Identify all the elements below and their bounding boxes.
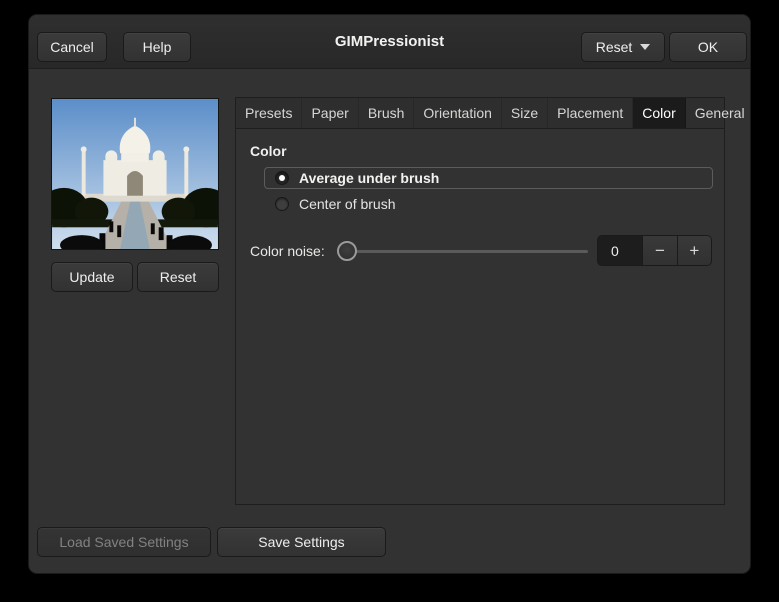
tab-paper[interactable]: Paper: [302, 98, 359, 128]
preview-reset-button[interactable]: Reset: [137, 262, 219, 292]
minus-icon: −: [655, 241, 665, 260]
radio-unselected-icon[interactable]: [275, 197, 289, 211]
gimpressionist-dialog: Cancel Help GIMPressionist Reset OK Upda…: [28, 14, 751, 574]
color-noise-spinbox: 0 − +: [597, 235, 712, 266]
preview-frame: [51, 98, 219, 250]
spin-minus-button[interactable]: −: [642, 236, 677, 265]
color-noise-slider-track[interactable]: [346, 250, 588, 253]
cancel-button[interactable]: Cancel: [37, 32, 107, 62]
radio-average-label: Average under brush: [299, 170, 440, 186]
tab-orientation[interactable]: Orientation: [414, 98, 502, 128]
tab-color[interactable]: Color: [633, 98, 686, 128]
color-section-heading: Color: [250, 143, 287, 159]
headerbar: Cancel Help GIMPressionist Reset OK: [29, 15, 750, 69]
preview-image: [52, 99, 218, 249]
color-noise-value[interactable]: 0: [598, 236, 643, 265]
radio-center-of-brush[interactable]: Center of brush: [264, 193, 713, 215]
help-button[interactable]: Help: [123, 32, 191, 62]
color-noise-slider-handle[interactable]: [337, 241, 357, 261]
radio-average-under-brush[interactable]: Average under brush: [264, 167, 713, 189]
radio-selected-icon[interactable]: [275, 171, 289, 185]
plus-icon: +: [689, 241, 700, 260]
ok-button[interactable]: OK: [669, 32, 747, 62]
update-button[interactable]: Update: [51, 262, 133, 292]
settings-notebook: Presets Paper Brush Orientation Size Pla…: [235, 97, 745, 505]
tab-brush[interactable]: Brush: [359, 98, 415, 128]
save-settings-button[interactable]: Save Settings: [217, 527, 386, 557]
tab-general[interactable]: General: [686, 98, 750, 128]
reset-menu-button[interactable]: Reset: [581, 32, 665, 62]
tab-placement[interactable]: Placement: [548, 98, 634, 128]
load-saved-settings-button[interactable]: Load Saved Settings: [37, 527, 211, 557]
radio-center-label: Center of brush: [299, 196, 396, 212]
reset-menu-label: Reset: [595, 39, 633, 55]
tab-size[interactable]: Size: [502, 98, 549, 128]
color-noise-label: Color noise:: [250, 243, 325, 259]
tab-presets[interactable]: Presets: [236, 98, 303, 128]
spin-plus-button[interactable]: +: [676, 236, 711, 265]
notebook-tab-bar: Presets Paper Brush Orientation Size Pla…: [236, 98, 745, 129]
chevron-down-icon: [640, 44, 651, 50]
